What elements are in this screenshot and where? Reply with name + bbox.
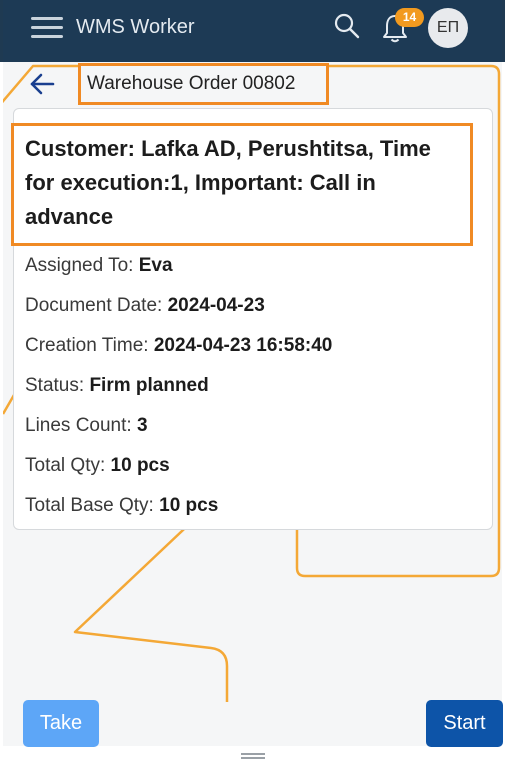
order-title: Warehouse Order 00802 bbox=[78, 63, 329, 105]
field-value: 2024-04-23 bbox=[167, 295, 265, 316]
field-value: Eva bbox=[138, 255, 173, 276]
field-value: 3 bbox=[136, 415, 148, 436]
field-total-qty: Total Qty: 10 pcs bbox=[25, 455, 170, 477]
field-assigned-to: Assigned To: Eva bbox=[25, 255, 173, 277]
field-value: Firm planned bbox=[89, 375, 209, 396]
start-button[interactable]: Start bbox=[426, 700, 503, 747]
field-total-base-qty: Total Base Qty: 10 pcs bbox=[25, 495, 218, 517]
search-icon[interactable] bbox=[333, 12, 361, 40]
field-status: Status: Firm planned bbox=[25, 375, 209, 397]
drag-handle[interactable] bbox=[241, 753, 265, 759]
notification-badge: 14 bbox=[395, 8, 424, 27]
field-label: Status: bbox=[25, 375, 85, 396]
app-title: WMS Worker bbox=[76, 16, 195, 38]
avatar[interactable]: ЕП bbox=[428, 8, 468, 48]
app-bar: WMS Worker 14 ЕП bbox=[0, 0, 505, 62]
field-label: Total Base Qty: bbox=[25, 495, 154, 516]
customer-info: Customer: Lafka AD, Perushtitsa, Time fo… bbox=[11, 123, 473, 246]
field-value: 10 pcs bbox=[159, 495, 219, 516]
field-label: Document Date: bbox=[25, 295, 163, 316]
field-label: Total Qty: bbox=[25, 455, 106, 476]
field-label: Lines Count: bbox=[25, 415, 132, 436]
field-value: 10 pcs bbox=[110, 455, 170, 476]
menu-icon[interactable] bbox=[31, 15, 63, 41]
field-label: Creation Time: bbox=[25, 335, 149, 356]
field-creation-time: Creation Time: 2024-04-23 16:58:40 bbox=[25, 335, 332, 357]
take-button[interactable]: Take bbox=[23, 700, 99, 747]
field-lines-count: Lines Count: 3 bbox=[25, 415, 148, 437]
field-label: Assigned To: bbox=[25, 255, 134, 276]
field-value: 2024-04-23 16:58:40 bbox=[153, 335, 333, 356]
back-arrow-icon[interactable] bbox=[29, 72, 55, 96]
field-document-date: Document Date: 2024-04-23 bbox=[25, 295, 265, 317]
